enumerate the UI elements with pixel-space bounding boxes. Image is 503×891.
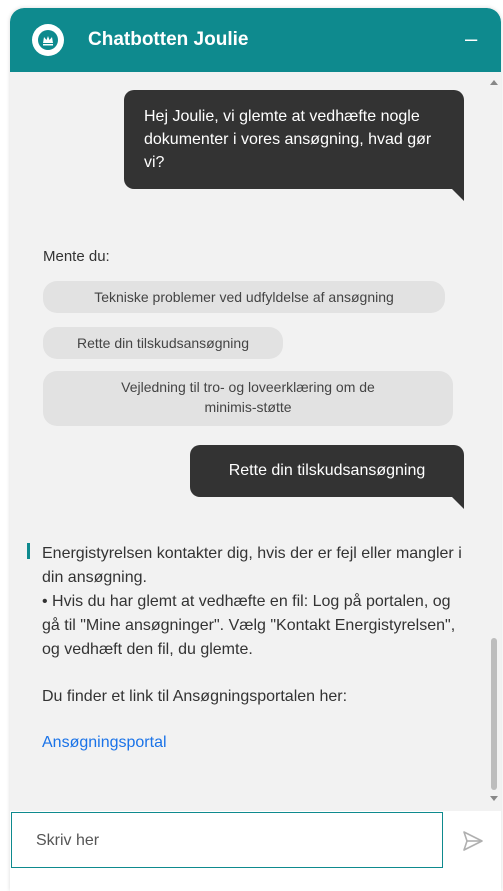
suggestion-heading: Mente du:	[43, 248, 110, 265]
chat-title: Chatbotten Joulie	[88, 29, 249, 50]
send-icon[interactable]	[462, 830, 484, 857]
scroll-down-icon[interactable]	[490, 796, 498, 801]
suggestion-chip-label: Tekniske problemer ved udfyldelse af ans…	[94, 289, 394, 305]
suggestion-chip-label: Rette din tilskudsansøgning	[77, 335, 249, 351]
bot-message-marker	[27, 543, 30, 559]
suggestion-chip[interactable]: Vejledning til tro- og loveerklæring om …	[43, 371, 453, 426]
suggestion-chip[interactable]: Tekniske problemer ved udfyldelse af ans…	[43, 281, 445, 313]
user-message-text: Rette din tilskudsansøgning	[228, 462, 426, 479]
portal-link[interactable]: Ansøgningsportal	[42, 734, 167, 751]
user-message-tail	[452, 497, 464, 509]
crown-logo-icon	[32, 24, 64, 56]
chat-widget: Chatbotten Joulie – Hej Joulie, vi glemt…	[10, 8, 501, 891]
scroll-up-icon[interactable]	[490, 80, 498, 85]
message-input[interactable]: Skriv her	[11, 812, 443, 868]
user-message-tail	[452, 189, 464, 201]
bot-message: Energistyrelsen kontakter dig, hvis der …	[42, 542, 462, 755]
bot-paragraph: Energistyrelsen kontakter dig, hvis der …	[42, 545, 462, 586]
scroll-thumb[interactable]	[491, 638, 497, 790]
suggestion-chip[interactable]: Rette din tilskudsansøgning	[43, 327, 283, 359]
chat-header: Chatbotten Joulie –	[10, 8, 501, 72]
chat-messages[interactable]: Hej Joulie, vi glemte at vedhæfte nogle …	[10, 72, 501, 811]
bot-paragraph: Du finder et link til Ansøgningsportalen…	[42, 688, 348, 705]
input-area: Skriv her	[10, 811, 501, 891]
chat-scrollbar[interactable]	[488, 72, 500, 811]
user-message: Rette din tilskudsansøgning	[190, 445, 464, 497]
user-message-text: Hej Joulie, vi glemte at vedhæfte nogle …	[144, 108, 432, 171]
minimize-button[interactable]: –	[465, 26, 477, 52]
user-message: Hej Joulie, vi glemte at vedhæfte nogle …	[124, 90, 464, 189]
bot-bullet: • Hvis du har glemt at vedhæfte en fil: …	[42, 593, 456, 658]
suggestion-chip-label: Vejledning til tro- og loveerklæring om …	[121, 379, 375, 415]
